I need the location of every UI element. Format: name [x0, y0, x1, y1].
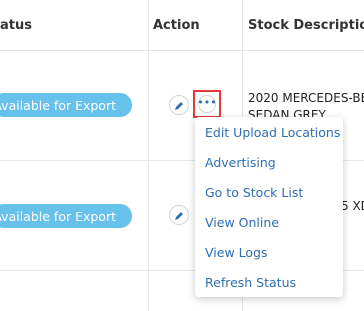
menu-item-edit-upload-locations[interactable]: Edit Upload Locations: [205, 125, 340, 140]
menu-item-view-logs[interactable]: View Logs: [205, 245, 267, 260]
status-badge: Available for Export: [0, 93, 132, 117]
column-header-action[interactable]: Action: [153, 0, 200, 50]
header-divider: [0, 50, 364, 51]
edit-button[interactable]: [169, 205, 189, 225]
more-actions-button[interactable]: •••: [193, 90, 221, 118]
stock-description-line: 5 XD: [341, 199, 364, 213]
menu-item-view-online[interactable]: View Online: [205, 215, 279, 230]
stock-table: atus Action Stock Description Available …: [0, 0, 364, 311]
column-header-stock-description[interactable]: Stock Description: [248, 0, 364, 50]
more-dots-icon: •••: [197, 95, 217, 113]
menu-item-go-to-stock-list[interactable]: Go to Stock List: [205, 185, 303, 200]
pencil-icon: [174, 96, 184, 115]
column-divider: [148, 0, 149, 311]
menu-item-advertising[interactable]: Advertising: [205, 155, 276, 170]
edit-button[interactable]: [169, 95, 189, 115]
status-badge: Available for Export: [0, 204, 132, 228]
menu-item-refresh-status[interactable]: Refresh Status: [205, 275, 296, 290]
pencil-icon: [174, 206, 184, 225]
column-header-status[interactable]: atus: [0, 0, 32, 50]
action-dropdown-menu: Edit Upload Locations Advertising Go to …: [195, 117, 343, 297]
